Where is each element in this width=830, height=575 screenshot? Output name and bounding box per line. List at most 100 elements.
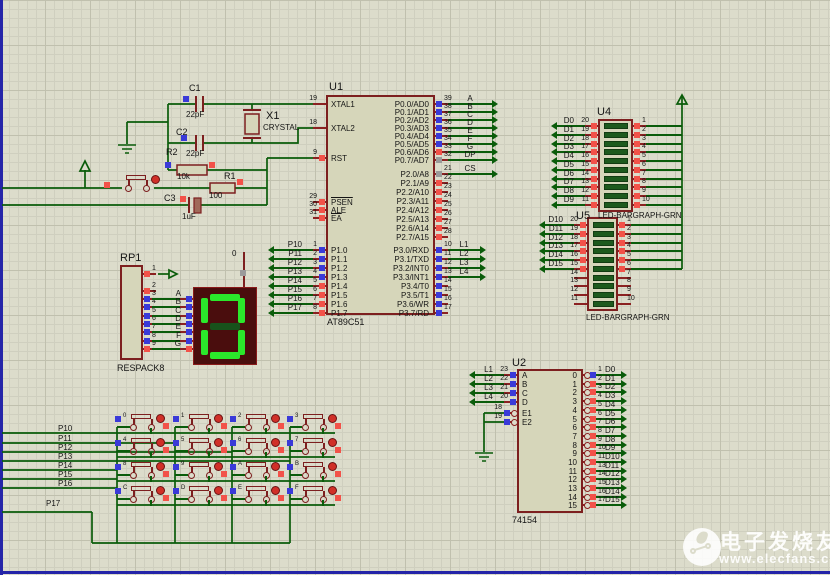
- pin-state-square: [436, 256, 442, 262]
- net-label: D7: [528, 177, 574, 185]
- pin-stub: [313, 103, 326, 105]
- led-bar: [593, 266, 614, 272]
- pin-name: P3.3/INT1: [383, 273, 429, 281]
- pin-state-square: [580, 257, 586, 263]
- r1-value: 100: [209, 191, 222, 200]
- led-bar: [604, 123, 628, 129]
- net-label: D11: [517, 224, 563, 232]
- segment-E: [201, 330, 208, 355]
- net-label: P13: [256, 267, 302, 275]
- pin-state-square: [436, 198, 442, 204]
- segment-A: [210, 294, 240, 301]
- net-label-p14: P14: [58, 461, 72, 470]
- key-label: 8: [123, 461, 131, 468]
- pin-name: P3.1/TXD: [383, 255, 429, 263]
- pin-state-square: [287, 440, 293, 446]
- led-bar: [604, 202, 628, 208]
- key-label: 5: [181, 437, 189, 444]
- wire: [175, 498, 188, 500]
- pin-number: 20: [493, 393, 508, 401]
- pin-name: P2.3/A11: [383, 197, 429, 205]
- pin-state-square: [591, 158, 597, 164]
- pin-state-square: [115, 464, 121, 470]
- button-indicator-icon: [271, 414, 280, 423]
- key-label: C: [123, 485, 131, 492]
- net-label: A: [135, 289, 181, 297]
- wire: [117, 498, 130, 500]
- net-label: C: [448, 110, 492, 118]
- pin-state-square: [634, 184, 640, 190]
- pin-number: 25: [444, 201, 459, 209]
- wire: [646, 204, 682, 206]
- pin-number: 19: [563, 225, 578, 233]
- pin-name: P0.1/AD1: [383, 108, 429, 116]
- pin-state-square: [436, 265, 442, 271]
- net-label: D10: [605, 452, 645, 460]
- net-label: D: [448, 118, 492, 126]
- pin-state-square: [436, 310, 442, 316]
- pin-state-square: [436, 141, 442, 147]
- pin-state-square: [591, 123, 597, 129]
- net-arrow-icon: [480, 246, 486, 254]
- u5-part: LED-BARGRAPH-GRN: [586, 313, 670, 322]
- net-label: P17: [256, 303, 302, 311]
- net-label: P15: [256, 285, 302, 293]
- wire: [232, 474, 245, 476]
- pin-state-square: [319, 199, 325, 205]
- net-label: P11: [256, 249, 302, 257]
- net-label: D1: [605, 374, 645, 382]
- pin-number: 3: [642, 135, 657, 143]
- pin-number: 22: [493, 375, 508, 383]
- pin-state-square: [634, 193, 640, 199]
- pin-name: P0.2/AD2: [383, 116, 429, 124]
- pin-state-square: [319, 283, 325, 289]
- pin-number: 1: [302, 241, 317, 249]
- pin-name: 0: [531, 371, 577, 379]
- net-label-display-common: 0: [232, 249, 236, 258]
- wire: [150, 452, 152, 458]
- net-label: B: [135, 297, 181, 305]
- power-arrow-icon: [80, 161, 90, 171]
- pin-name: P0.0/AD0: [383, 100, 429, 108]
- pin-number: 2: [627, 225, 642, 233]
- net-label: L2: [447, 374, 493, 382]
- pin-state-square: [634, 141, 640, 147]
- wire: [265, 452, 267, 458]
- pin-state-square: [436, 101, 442, 107]
- led-bar: [593, 240, 614, 246]
- pin-name: P3.4/T0: [383, 282, 429, 290]
- pin-number: 17: [563, 242, 578, 250]
- net-label: D4: [528, 151, 574, 159]
- segment-F: [201, 298, 208, 323]
- net-arrow-icon: [492, 116, 498, 124]
- pin-state-square: [186, 329, 192, 335]
- net-state-square: [335, 447, 341, 453]
- pin-number: 19: [302, 95, 317, 103]
- pin-state-square: [619, 266, 625, 272]
- led-bar: [593, 283, 614, 289]
- pin-state-square: [619, 231, 625, 237]
- pin-state-square: [580, 248, 586, 254]
- pin-state-square: [619, 222, 625, 228]
- pin-name: XTAL1: [331, 100, 377, 108]
- pin-name: P3.0/RXD: [383, 246, 429, 254]
- net-label: F: [135, 331, 181, 339]
- pin-state-square: [591, 132, 597, 138]
- led-bar: [604, 158, 628, 164]
- segment-D: [210, 352, 240, 359]
- proteus-schematic-canvas[interactable]: U1 AT89C51 U2 74154 U4 LED-BARGRAPH-GRN …: [0, 0, 830, 575]
- pin-stub: [313, 127, 326, 129]
- pin-number: 14: [444, 277, 459, 285]
- wire: [208, 476, 210, 482]
- pin-number: 23: [444, 183, 459, 191]
- pin-state-square: [144, 271, 150, 277]
- c3-value: 1uF: [182, 212, 196, 221]
- pin-state-square: [287, 488, 293, 494]
- pin-name: XTAL2: [331, 124, 377, 132]
- wire: [175, 474, 188, 476]
- pin-state-square: [619, 257, 625, 263]
- net-state-square: [278, 495, 284, 501]
- net-label: D0: [528, 116, 574, 124]
- pin-state-square: [436, 125, 442, 131]
- net-label-p12: P12: [58, 443, 72, 452]
